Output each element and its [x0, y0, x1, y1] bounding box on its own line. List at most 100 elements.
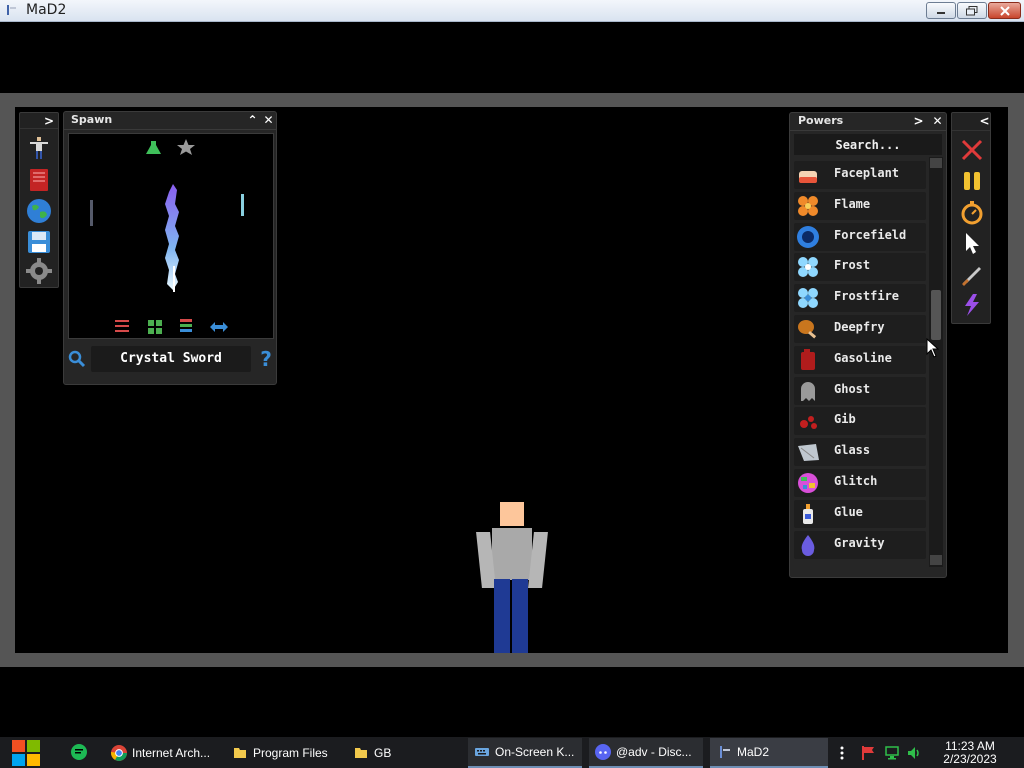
powers-panel: Powers > ✕ Faceplant Flame Forcefield Frost… [789, 112, 947, 578]
faceplant-icon [799, 171, 817, 183]
power-item-label: Faceplant [834, 166, 900, 180]
pause-icon[interactable] [959, 168, 985, 194]
window-title-bar: MaD2 [0, 0, 1024, 22]
person-head [500, 502, 524, 526]
scroll-thumb[interactable] [931, 290, 941, 340]
stopwatch-icon[interactable] [959, 199, 985, 225]
power-item-label: Glitch [834, 474, 878, 488]
power-item-forcefield[interactable]: Forcefield [794, 222, 926, 251]
taskbar-item-label: Internet Arch... [132, 746, 211, 760]
spawn-search-row: Crystal Sword ? [64, 345, 278, 375]
taskbar-clock[interactable]: 11:23 AM 2/23/2023 [930, 740, 1010, 766]
collapse-chevron-icon[interactable]: < [977, 114, 992, 129]
frost-icon [798, 257, 818, 278]
crystal-sword-preview [90, 139, 244, 334]
collapse-chevron-icon[interactable]: ⌃ [245, 113, 260, 128]
power-item-ghost[interactable]: Ghost [794, 376, 926, 405]
knife-tool-icon[interactable] [959, 261, 985, 287]
power-item-label: Glue [834, 504, 863, 519]
close-spawn-icon[interactable]: ✕ [261, 113, 276, 128]
taskbar-item-label: GB [374, 746, 392, 760]
glue-icon [803, 503, 813, 524]
gasoline-icon [801, 348, 815, 370]
power-item-label: Flame [834, 196, 871, 211]
network-icon[interactable] [884, 745, 900, 761]
ghost-icon [801, 381, 815, 401]
catalog-book-icon[interactable] [26, 167, 52, 193]
power-item-glitch[interactable]: Glitch [794, 469, 926, 497]
overflow-dots-icon[interactable] [838, 745, 846, 761]
taskbar-item-program-files[interactable]: Program Files [226, 738, 340, 768]
taskbar-item-mad2[interactable]: MaD2 [710, 738, 828, 768]
power-item-label: Gib [834, 412, 856, 427]
power-item-faceplant[interactable]: Faceplant [794, 161, 926, 189]
power-item-frost[interactable]: Frost [794, 253, 926, 282]
svg-text:?: ? [260, 348, 272, 370]
taskbar-item-on-screen-keyboard[interactable]: On-Screen K... [468, 738, 582, 768]
power-item-gravity[interactable]: Gravity [794, 530, 926, 559]
power-item-glue[interactable]: Glue [794, 499, 926, 528]
powers-search-input[interactable] [794, 134, 942, 155]
powers-panel-header: Powers > ✕ [790, 113, 946, 131]
taskbar-item-discord[interactable]: @adv - Disc... [589, 738, 703, 768]
volume-icon[interactable] [906, 745, 922, 761]
star-icon[interactable] [177, 139, 195, 155]
pointer-cursor-icon[interactable] [959, 230, 985, 256]
close-powers-icon[interactable]: ✕ [930, 114, 945, 129]
close-window-button[interactable] [988, 2, 1021, 19]
chrome-icon [111, 745, 127, 761]
flask-icon[interactable] [146, 141, 161, 154]
minimize-button[interactable] [926, 2, 956, 19]
settings-gear-icon[interactable] [26, 258, 52, 284]
windows-start-icon[interactable] [10, 737, 42, 768]
taskbar-item-gb[interactable]: GB [347, 738, 461, 768]
spawn-panel: Spawn ⌃ ✕ Crystal Sword ? [63, 111, 277, 385]
power-item-flame[interactable]: Flame [794, 191, 926, 220]
help-question-icon[interactable]: ? [258, 348, 274, 370]
power-item-gasoline[interactable]: Gasoline [794, 345, 926, 374]
restore-button[interactable] [957, 2, 987, 19]
action-center-flag-icon[interactable] [860, 745, 876, 761]
spawn-panel-header: Spawn ⌃ ✕ [64, 112, 276, 130]
lightning-power-icon[interactable] [959, 292, 985, 318]
expand-chevron-icon[interactable]: > [911, 114, 926, 129]
window-title: MaD2 [26, 2, 67, 18]
frostfire-icon [798, 288, 818, 309]
clear-x-icon[interactable] [959, 137, 985, 163]
person-right-leg [512, 579, 528, 653]
gib-icon [800, 416, 817, 430]
world-globe-icon[interactable] [26, 198, 52, 224]
grid-icon[interactable] [148, 320, 162, 334]
flip-arrows-icon[interactable] [210, 322, 228, 332]
save-floppy-icon[interactable] [26, 229, 52, 255]
powers-scrollbar[interactable] [929, 157, 943, 567]
minimize-icon [937, 11, 945, 14]
power-item-frostfire[interactable]: Frostfire [794, 284, 926, 313]
power-item-label: Ghost [834, 381, 871, 396]
discord-icon [595, 744, 611, 760]
power-item-glass[interactable]: Glass [794, 438, 926, 467]
layers-icon[interactable] [180, 319, 192, 332]
ragdoll-tool-icon[interactable] [26, 135, 52, 161]
chat-app-icon[interactable] [71, 744, 87, 760]
power-item-label: Deepfry [834, 320, 885, 334]
power-item-deepfry[interactable]: Deepfry [794, 315, 926, 343]
scroll-up-arrow[interactable] [930, 158, 942, 168]
left-toolbar-header: > [20, 113, 58, 129]
search-magnifier-icon[interactable] [68, 350, 86, 368]
sliders-icon[interactable] [115, 320, 129, 332]
power-item-label: Frost [834, 258, 871, 273]
restore-icon [966, 5, 978, 15]
keyboard-icon [475, 748, 489, 756]
gravity-icon [801, 534, 815, 556]
clock-date: 2/23/2023 [943, 752, 997, 766]
scroll-down-arrow[interactable] [930, 555, 942, 565]
taskbar-item-internet-archive[interactable]: Internet Arch... [105, 738, 219, 768]
mad2-icon [720, 746, 730, 758]
person-left-leg [494, 579, 510, 653]
expand-chevron-icon[interactable]: > [44, 114, 54, 128]
spawn-preview[interactable] [68, 133, 274, 339]
spawn-item-name[interactable]: Crystal Sword [91, 346, 251, 372]
power-item-gib[interactable]: Gib [794, 407, 926, 436]
deepfry-icon [798, 320, 817, 339]
